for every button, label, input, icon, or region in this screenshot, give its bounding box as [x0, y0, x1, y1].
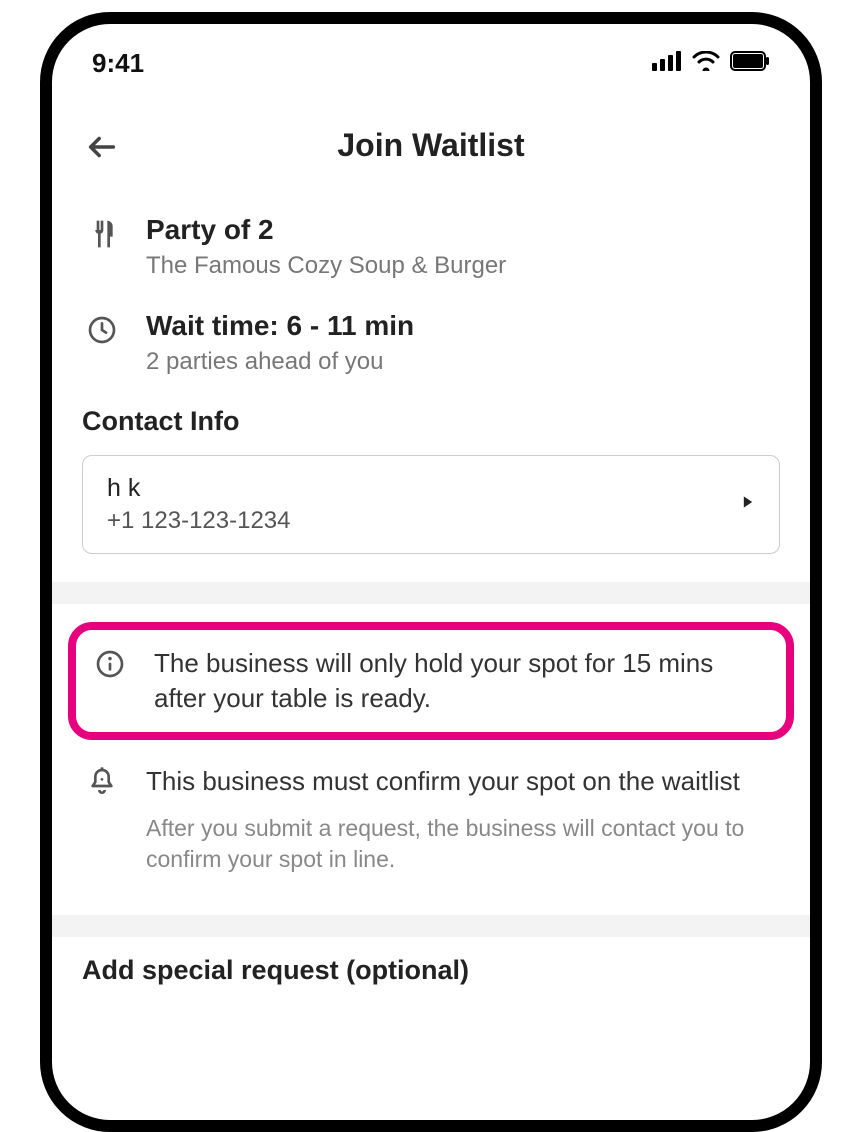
parties-ahead-label: 2 parties ahead of you	[146, 348, 414, 376]
confirm-notice-sub: After you submit a request, the business…	[146, 813, 780, 875]
contact-section-title: Contact Info	[82, 406, 780, 437]
back-button[interactable]	[82, 127, 122, 167]
contact-name: h k	[107, 474, 291, 503]
wait-time-label: Wait time: 6 - 11 min	[146, 310, 414, 342]
restaurant-name: The Famous Cozy Soup & Burger	[146, 252, 506, 280]
caret-right-icon	[741, 495, 755, 514]
special-request-title: Add special request (optional)	[82, 955, 780, 986]
info-icon	[90, 646, 130, 716]
battery-icon	[730, 51, 770, 76]
party-size-label: Party of 2	[146, 214, 506, 246]
confirm-notice-title: This business must confirm your spot on …	[146, 764, 780, 799]
status-time: 9:41	[92, 48, 144, 79]
hold-notice-text: The business will only hold your spot fo…	[154, 646, 772, 716]
section-divider	[52, 582, 810, 604]
contact-card[interactable]: h k +1 123-123-1234	[82, 455, 780, 554]
status-bar: 9:41	[52, 24, 810, 87]
restaurant-icon	[82, 214, 122, 280]
wifi-icon	[692, 51, 720, 76]
cellular-icon	[652, 51, 682, 76]
highlighted-notice: The business will only hold your spot fo…	[68, 622, 794, 740]
bell-icon	[82, 764, 122, 875]
arrow-left-icon	[85, 130, 119, 164]
page-header: Join Waitlist	[82, 87, 780, 214]
device-frame: 9:41 Join Waitlist Party of 2	[40, 12, 822, 1132]
status-icons	[652, 51, 770, 76]
page-title: Join Waitlist	[82, 127, 780, 164]
contact-phone: +1 123-123-1234	[107, 507, 291, 535]
section-divider	[52, 915, 810, 937]
wait-row: Wait time: 6 - 11 min 2 parties ahead of…	[82, 310, 780, 376]
clock-icon	[82, 310, 122, 376]
confirm-notice: This business must confirm your spot on …	[82, 752, 780, 887]
party-row: Party of 2 The Famous Cozy Soup & Burger	[82, 214, 780, 280]
